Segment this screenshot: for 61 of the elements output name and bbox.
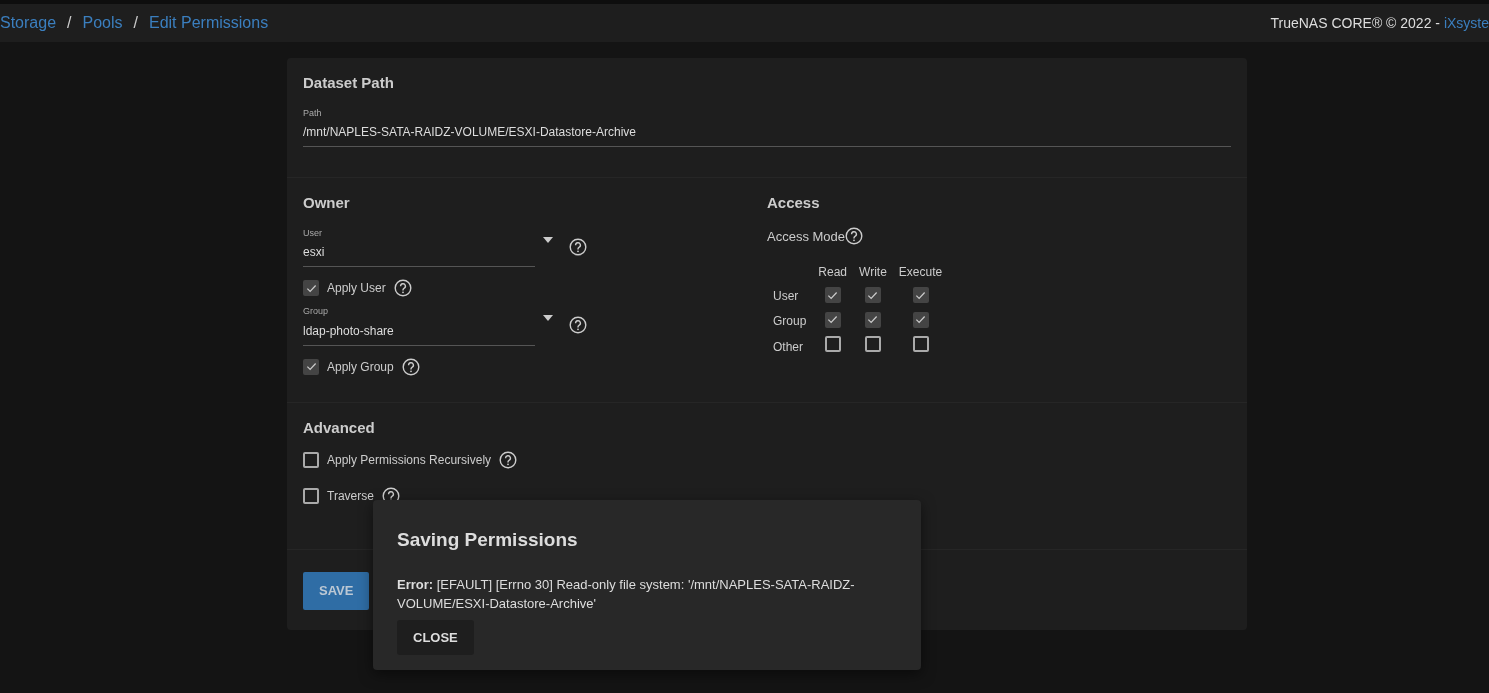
field-label: Group — [303, 305, 329, 318]
breadcrumb-separator: / — [133, 13, 138, 33]
column-header: Write — [859, 265, 887, 279]
column-header: Execute — [898, 265, 943, 279]
check-icon — [305, 282, 317, 294]
company-link[interactable]: iXsyste — [1443, 14, 1489, 31]
column-header: Read — [818, 265, 848, 279]
field-label: Path — [303, 106, 323, 120]
help-icon[interactable] — [845, 227, 864, 246]
checkbox[interactable] — [303, 280, 319, 296]
checkbox[interactable] — [864, 336, 881, 352]
check-icon — [827, 314, 839, 325]
checkbox-label: Apply User — [327, 280, 386, 297]
help-icon[interactable] — [401, 357, 420, 376]
checkbox[interactable] — [912, 311, 929, 328]
error-message: Error: [EFAULT] [Errno 30] Read-only file system: '/mnt/NAPLES-SATA-RAIDZ-VOLUME/ESXI-Datastore-Archive' — [397, 575, 856, 613]
breadcrumb-link[interactable]: Storage — [0, 11, 57, 35]
checkbox[interactable] — [864, 287, 881, 303]
checkbox[interactable] — [912, 287, 929, 303]
section-title: Access — [767, 193, 821, 213]
help-icon[interactable] — [393, 279, 412, 297]
checkbox[interactable] — [303, 358, 319, 375]
checkbox-label: Apply Permissions Recursively — [327, 452, 492, 469]
select-field[interactable]: esxi — [303, 240, 535, 267]
checkbox[interactable] — [824, 336, 841, 352]
section-title: Owner — [303, 193, 351, 213]
check-icon — [867, 289, 879, 301]
field-label: Access Mode — [767, 227, 846, 246]
checkbox[interactable] — [912, 336, 929, 352]
dialog-title: Saving Permissions — [397, 528, 579, 552]
field-label: User — [303, 226, 323, 240]
caret-icon[interactable] — [543, 315, 553, 322]
section-title: Dataset Path — [303, 73, 395, 93]
row-label: User — [773, 289, 799, 304]
close-button[interactable]: CLOSE — [397, 619, 474, 655]
checkbox[interactable] — [824, 287, 841, 303]
check-icon — [305, 361, 317, 372]
check-icon — [915, 314, 926, 325]
breadcrumb-link[interactable]: Edit Permissions — [149, 11, 269, 35]
copyright-text: TrueNAS CORE® © 2022 - — [1270, 14, 1441, 31]
help-icon[interactable] — [569, 237, 587, 256]
row-label: Group — [773, 313, 807, 328]
check-icon — [827, 289, 839, 301]
breadcrumb-link[interactable]: Pools — [82, 11, 123, 35]
section-title: Advanced — [303, 417, 376, 438]
check-icon — [915, 289, 926, 301]
checkbox[interactable] — [864, 311, 881, 328]
breadcrumb-separator: / — [67, 13, 72, 33]
select-field[interactable]: ldap-photo-share — [303, 318, 535, 346]
help-icon[interactable] — [569, 316, 587, 335]
save-button[interactable]: SAVE — [303, 572, 370, 610]
checkbox-label: Traverse — [327, 488, 374, 505]
check-icon — [867, 314, 879, 325]
caret-icon[interactable] — [543, 236, 553, 243]
checkbox[interactable] — [303, 488, 319, 504]
checkbox[interactable] — [303, 452, 319, 468]
row-label: Other — [773, 339, 803, 354]
checkbox[interactable] — [824, 311, 841, 328]
help-icon[interactable] — [499, 451, 518, 469]
path-field[interactable]: /mnt/NAPLES-SATA-RAIDZ-VOLUME/ESXI-Datastore-Archive — [303, 120, 1231, 147]
checkbox-label: Apply Group — [327, 358, 394, 376]
